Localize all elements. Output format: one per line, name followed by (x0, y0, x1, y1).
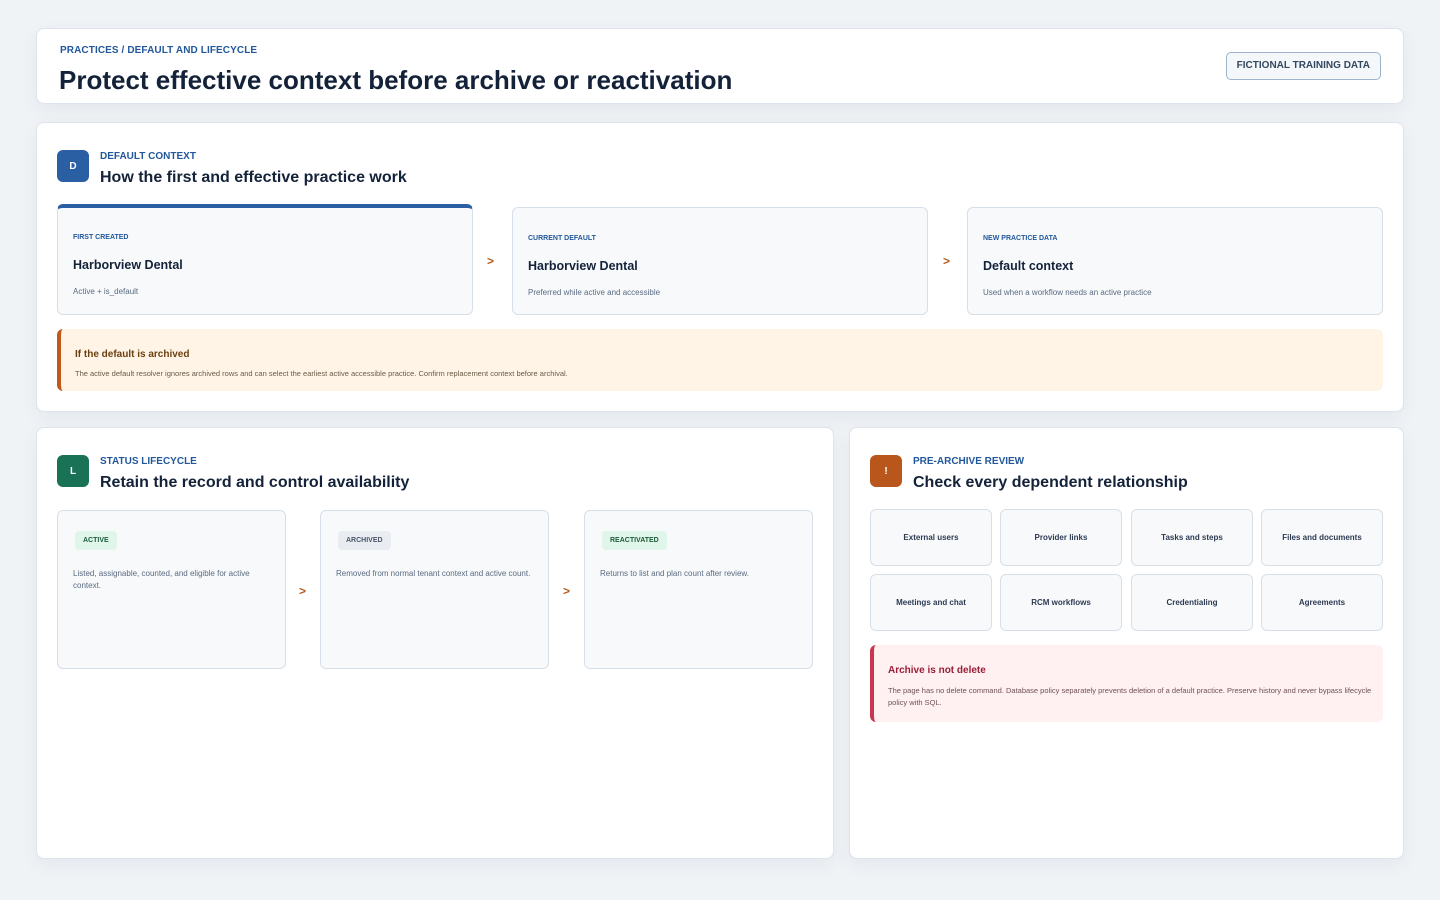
step-description: Preferred while active and accessible (528, 288, 661, 297)
dependency-tasks-and-steps[interactable]: Tasks and steps (1131, 509, 1253, 566)
alert-text: The page has no delete command. Database… (888, 686, 1372, 707)
section-kicker: STATUS LIFECYCLE (100, 456, 197, 467)
flow-arrow-icon: > (299, 584, 307, 598)
training-data-badge: FICTIONAL TRAINING DATA (1225, 52, 1381, 80)
dependency-agreements[interactable]: Agreements (1261, 574, 1383, 631)
page-title: Protect effective context before archive… (59, 65, 733, 95)
flow-step-current-default: CURRENT DEFAULT Harborview Dental Prefer… (512, 207, 928, 315)
dependency-meetings-and-chat[interactable]: Meetings and chat (870, 574, 992, 631)
section-title: How the first and effective practice wor… (100, 169, 407, 186)
section-kicker: PRE-ARCHIVE REVIEW (913, 456, 1025, 467)
status-badge: ARCHIVED (338, 531, 391, 550)
breadcrumb[interactable]: PRACTICES / DEFAULT AND LIFECYCLE (60, 45, 257, 56)
step-kicker: CURRENT DEFAULT (528, 235, 596, 242)
default-context-card: D DEFAULT CONTEXT How the first and effe… (36, 122, 1404, 412)
lifecycle-stage-active: ACTIVE Listed, assignable, counted, and … (57, 510, 286, 669)
page-header: PRACTICES / DEFAULT AND LIFECYCLE Protec… (36, 28, 1404, 104)
step-kicker: FIRST CREATED (73, 234, 129, 241)
step-kicker: NEW PRACTICE DATA (983, 235, 1058, 242)
dependency-provider-links[interactable]: Provider links (1000, 509, 1122, 566)
step-name: Harborview Dental (528, 259, 638, 273)
stage-description: Removed from normal tenant context and a… (336, 569, 531, 578)
section-title: Retain the record and control availabili… (100, 474, 410, 491)
alert-icon: ! (870, 455, 902, 487)
section-kicker: DEFAULT CONTEXT (100, 151, 196, 162)
lifecycle-stage-reactivated: REACTIVATED Returns to list and plan cou… (584, 510, 813, 669)
archive-default-warning: If the default is archived The active de… (57, 329, 1383, 391)
step-name: Harborview Dental (73, 258, 183, 272)
dependency-credentialing[interactable]: Credentialing (1131, 574, 1253, 631)
dependency-files-and-documents[interactable]: Files and documents (1261, 509, 1383, 566)
flow-arrow-icon: > (563, 584, 571, 598)
lifecycle-stage-archived: ARCHIVED Removed from normal tenant cont… (320, 510, 549, 669)
warning-title: If the default is archived (75, 349, 190, 360)
step-description: Active + is_default (73, 287, 139, 296)
flow-step-new-practice-data: NEW PRACTICE DATA Default context Used w… (967, 207, 1383, 315)
stage-description: Returns to list and plan count after rev… (600, 569, 749, 578)
flow-arrow-icon: > (487, 254, 495, 268)
flow-step-first-created: FIRST CREATED Harborview Dental Active +… (57, 204, 473, 315)
status-badge: REACTIVATED (602, 531, 667, 550)
status-badge: ACTIVE (75, 531, 117, 550)
dependency-external-users[interactable]: External users (870, 509, 992, 566)
step-name: Default context (983, 259, 1074, 273)
dependency-rcm-workflows[interactable]: RCM workflows (1000, 574, 1122, 631)
section-title: Check every dependent relationship (913, 474, 1188, 491)
alert-title: Archive is not delete (888, 665, 986, 676)
archive-not-delete-alert: Archive is not delete The page has no de… (870, 645, 1383, 722)
stage-description: Listed, assignable, counted, and eligibl… (73, 569, 250, 590)
lifecycle-icon: L (57, 455, 89, 487)
flow-arrow-icon: > (943, 254, 951, 268)
status-lifecycle-card: L STATUS LIFECYCLE Retain the record and… (36, 427, 834, 859)
pre-archive-review-card: ! PRE-ARCHIVE REVIEW Check every depende… (849, 427, 1404, 859)
step-description: Used when a workflow needs an active pra… (983, 288, 1152, 297)
warning-text: The active default resolver ignores arch… (75, 369, 568, 378)
default-context-icon: D (57, 150, 89, 182)
